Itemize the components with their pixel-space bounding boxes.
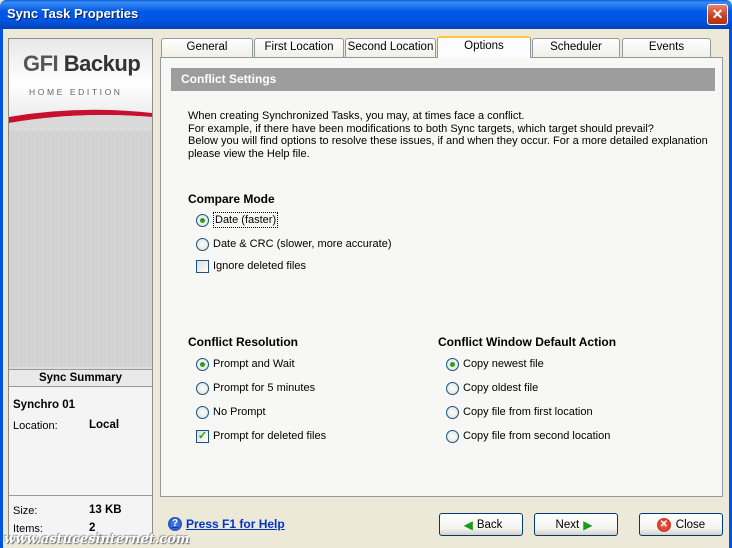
tab-first-location[interactable]: First Location xyxy=(254,38,344,57)
option-label: Date (faster) xyxy=(213,212,279,228)
description-line: Below you will find options to resolve t… xyxy=(188,135,708,147)
description-line: please view the Help file. xyxy=(188,147,310,160)
tab-options[interactable]: Options xyxy=(437,36,531,58)
logo-swoosh-icon xyxy=(9,109,152,133)
arrow-right-icon: ▶ xyxy=(583,517,593,532)
tab-second-location[interactable]: Second Location xyxy=(345,38,436,57)
radio-selected-icon xyxy=(196,213,209,227)
tab-scheduler[interactable]: Scheduler xyxy=(532,38,620,57)
summary-divider xyxy=(9,495,152,496)
side-decoration xyxy=(9,131,152,367)
next-button-label: Next xyxy=(555,518,580,531)
copy-oldest-radio[interactable]: Copy oldest file xyxy=(446,380,538,396)
radio-selected-icon xyxy=(446,357,459,371)
location-value: Local xyxy=(89,419,120,431)
prompt-and-wait-radio[interactable]: Prompt and Wait xyxy=(196,356,295,372)
sync-summary-header: Sync Summary xyxy=(9,369,152,387)
radio-icon xyxy=(446,429,459,443)
default-action-title: Conflict Window Default Action xyxy=(438,335,617,349)
option-label: Copy newest file xyxy=(463,358,544,370)
size-label: Size: xyxy=(13,505,38,517)
no-prompt-radio[interactable]: No Prompt xyxy=(196,404,266,420)
prompt-deleted-checkbox[interactable]: ✓ Prompt for deleted files xyxy=(196,428,326,444)
radio-selected-icon xyxy=(196,357,209,371)
copy-newest-radio[interactable]: Copy newest file xyxy=(446,356,544,372)
tab-events[interactable]: Events xyxy=(622,38,711,57)
option-label: Copy oldest file xyxy=(463,382,539,394)
radio-icon xyxy=(446,405,459,419)
next-button[interactable]: Next ▶ xyxy=(534,513,618,536)
section-description: When creating Synchronized Tasks, you ma… xyxy=(188,110,708,160)
back-button[interactable]: ◀ Back xyxy=(439,513,523,536)
product-logo: GFI Backup xyxy=(23,51,141,76)
option-label: Prompt and Wait xyxy=(213,358,295,370)
prompt-5-minutes-radio[interactable]: Prompt for 5 minutes xyxy=(196,380,315,396)
close-button[interactable]: ✕ Close xyxy=(639,513,723,536)
help-link[interactable]: ? Press F1 for Help xyxy=(168,517,285,531)
location-label: Location: xyxy=(13,420,58,432)
option-label: Copy file from first location xyxy=(463,406,593,418)
radio-icon xyxy=(196,381,209,395)
ignore-deleted-checkbox[interactable]: Ignore deleted files xyxy=(196,258,306,274)
logo-area: GFI Backup HOME EDITION xyxy=(9,39,152,133)
title-bar[interactable]: Sync Task Properties ✕ xyxy=(0,0,732,29)
back-button-label: Back xyxy=(476,518,503,531)
radio-icon xyxy=(196,237,209,251)
help-icon: ? xyxy=(168,517,182,531)
close-icon: ✕ xyxy=(656,517,671,532)
left-panel: GFI Backup HOME EDITION Sync Summary Syn… xyxy=(8,38,153,542)
compare-date-crc-radio[interactable]: Date & CRC (slower, more accurate) xyxy=(196,236,392,252)
logo-edition: HOME EDITION xyxy=(29,87,123,97)
option-label: Ignore deleted files xyxy=(213,260,306,272)
sync-summary: Synchro 01 Location: Local Size: 13 KB I… xyxy=(9,387,152,542)
description-line: When creating Synchronized Tasks, you ma… xyxy=(188,110,525,122)
arrow-left-icon: ◀ xyxy=(463,517,473,532)
watermark: www.astucesinternet.com xyxy=(4,532,190,547)
option-label: Prompt for 5 minutes xyxy=(213,382,316,394)
window-title: Sync Task Properties xyxy=(7,6,139,21)
window-close-button[interactable]: ✕ xyxy=(707,4,728,25)
radio-icon xyxy=(446,381,459,395)
tab-general[interactable]: General xyxy=(161,38,253,57)
section-title: Conflict Settings xyxy=(171,68,715,91)
compare-date-radio[interactable]: Date (faster) xyxy=(196,212,279,228)
copy-first-location-radio[interactable]: Copy file from first location xyxy=(446,404,593,420)
radio-icon xyxy=(196,405,209,419)
option-label: Copy file from second location xyxy=(463,430,611,442)
compare-mode-title: Compare Mode xyxy=(188,192,275,206)
options-panel: Conflict Settings When creating Synchron… xyxy=(160,57,723,497)
close-button-label: Close xyxy=(675,518,706,531)
help-link-label: Press F1 for Help xyxy=(186,517,285,531)
checkmark-icon: ✓ xyxy=(196,429,209,443)
task-name: Synchro 01 xyxy=(13,399,75,411)
option-label: No Prompt xyxy=(213,406,266,418)
conflict-resolution-title: Conflict Resolution xyxy=(188,335,298,349)
option-label: Date & CRC (slower, more accurate) xyxy=(213,238,392,250)
option-label: Prompt for deleted files xyxy=(213,430,327,442)
size-value: 13 KB xyxy=(89,504,122,516)
description-line: For example, if there have been modifica… xyxy=(188,122,654,135)
checkbox-icon xyxy=(196,259,209,273)
copy-second-location-radio[interactable]: Copy file from second location xyxy=(446,428,610,444)
